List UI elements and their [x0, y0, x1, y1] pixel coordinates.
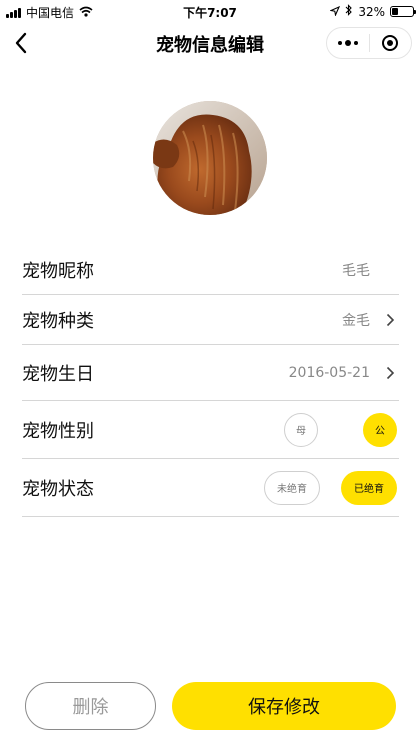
- chevron-right-icon: [383, 313, 397, 327]
- pet-info-form: 宠物昵称 毛毛 宠物种类 金毛 宠物生日 2016-05-21 宠物性别 母 公…: [22, 245, 399, 517]
- nickname-label: 宠物昵称: [22, 260, 94, 282]
- status-right: 32%: [329, 4, 416, 19]
- more-dots-icon: [337, 40, 358, 46]
- bluetooth-icon: [345, 4, 353, 19]
- close-target-icon: [382, 35, 399, 51]
- gender-option-male[interactable]: 公: [363, 412, 397, 447]
- status-option-not-neutered[interactable]: 未绝育: [264, 470, 320, 505]
- nickname-row[interactable]: 宠物昵称 毛毛: [22, 245, 399, 295]
- battery-icon: [390, 6, 416, 17]
- birthday-row[interactable]: 宠物生日 2016-05-21: [22, 345, 399, 401]
- status-option-neutered[interactable]: 已绝育: [341, 470, 397, 505]
- miniprogram-capsule: [326, 27, 412, 59]
- pet-photo: [153, 101, 267, 215]
- nav-bar: 宠物信息编辑: [0, 22, 420, 64]
- location-arrow-icon: [329, 5, 341, 19]
- battery-percent: 32%: [358, 4, 385, 19]
- status-row: 宠物状态 未绝育 已绝育: [22, 459, 399, 517]
- gender-options: 母 公: [284, 412, 397, 447]
- birthday-label: 宠物生日: [22, 363, 94, 385]
- breed-label: 宠物种类: [22, 310, 94, 332]
- status-options: 未绝育 已绝育: [264, 470, 397, 505]
- delete-button[interactable]: 删除: [25, 682, 156, 730]
- nickname-value: 毛毛: [342, 262, 370, 279]
- chevron-right-icon: [383, 366, 397, 380]
- more-button[interactable]: [327, 28, 369, 58]
- save-button[interactable]: 保存修改: [172, 682, 396, 730]
- gender-label: 宠物性别: [22, 420, 94, 442]
- breed-row[interactable]: 宠物种类 金毛: [22, 295, 399, 345]
- status-label: 宠物状态: [22, 478, 94, 500]
- breed-value: 金毛: [342, 312, 370, 329]
- birthday-value: 2016-05-21: [288, 364, 370, 381]
- status-bar: 中国电信 下午7:07 32%: [0, 0, 420, 22]
- gender-option-female[interactable]: 母: [284, 412, 318, 447]
- pet-avatar[interactable]: [153, 101, 267, 215]
- gender-row: 宠物性别 母 公: [22, 401, 399, 459]
- close-miniprogram-button[interactable]: [370, 28, 412, 58]
- battery-fill: [392, 8, 398, 15]
